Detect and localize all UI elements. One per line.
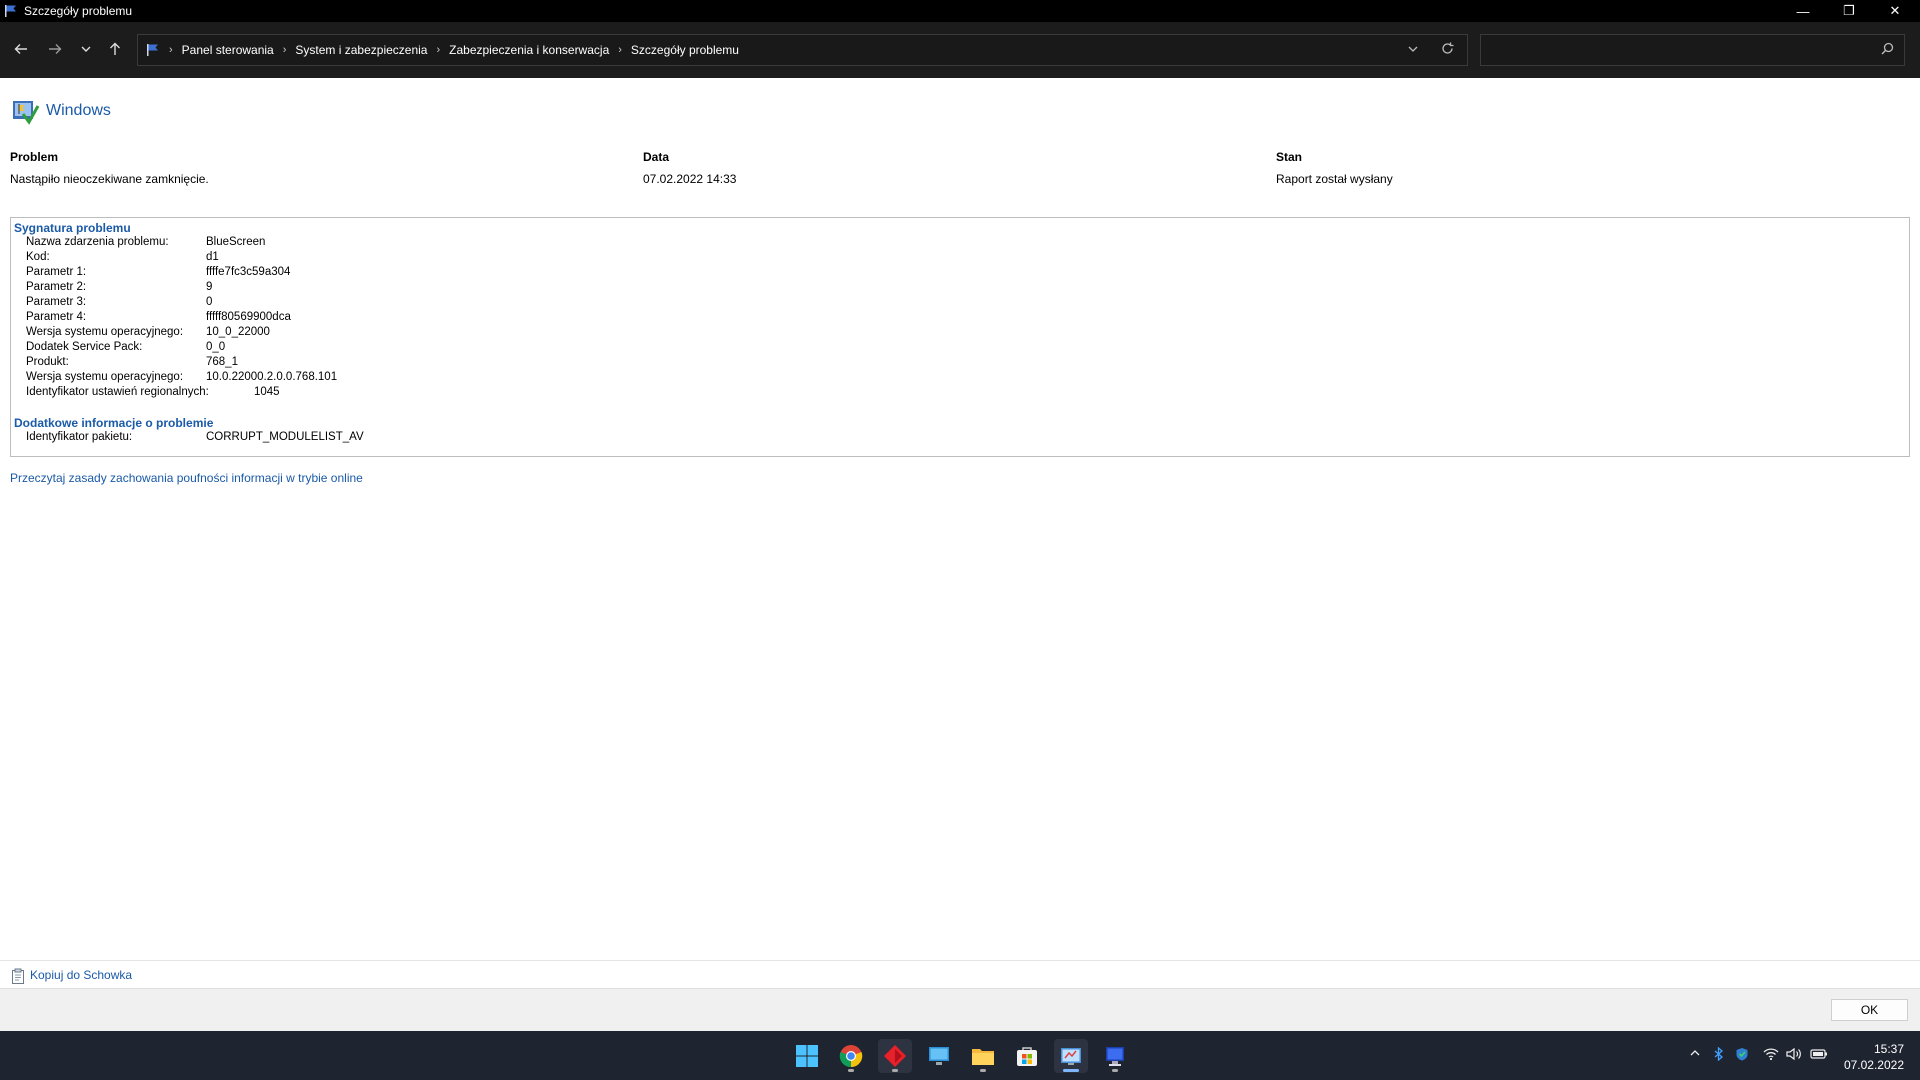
running-indicator xyxy=(1112,1069,1118,1072)
breadcrumb-problem-details[interactable]: Szczegóły problemu xyxy=(631,43,739,57)
signature-key: Identyfikator ustawień regionalnych: xyxy=(26,386,209,398)
bluetooth-icon[interactable] xyxy=(1713,1046,1725,1064)
window-title: Szczegóły problemu xyxy=(24,4,133,18)
wifi-icon[interactable] xyxy=(1763,1047,1779,1064)
clock-time: 15:37 xyxy=(1873,1042,1904,1056)
battery-icon[interactable] xyxy=(1810,1047,1828,1064)
signature-key: Nazwa zdarzenia problemu: xyxy=(26,236,169,248)
breadcrumb-control-panel[interactable]: Panel sterowania xyxy=(182,43,274,57)
breadcrumb-system-security[interactable]: System i zabezpieczenia xyxy=(295,43,427,57)
signature-key: Kod: xyxy=(26,251,50,263)
minimize-button[interactable]: — xyxy=(1780,0,1826,22)
copy-to-clipboard-link[interactable]: Kopiuj do Schowka xyxy=(30,968,132,982)
flag-icon xyxy=(147,44,158,56)
signature-key: Parametr 4: xyxy=(26,311,87,323)
chevron-up-icon[interactable] xyxy=(1689,1047,1701,1062)
signature-key: Dodatek Service Pack: xyxy=(26,341,143,353)
flag-icon xyxy=(5,5,16,17)
additional-key: Identyfikator pakietu: xyxy=(26,431,133,443)
search-icon[interactable] xyxy=(1881,42,1894,58)
address-bar[interactable]: › Panel sterowania › System i zabezpiecz… xyxy=(137,34,1468,66)
signature-key: Parametr 2: xyxy=(26,281,87,293)
active-indicator xyxy=(1063,1069,1079,1072)
breadcrumb-separator-icon[interactable]: › xyxy=(618,44,622,56)
breadcrumb-separator-icon[interactable]: › xyxy=(283,44,287,56)
signature-heading: Sygnatura problemu xyxy=(14,221,131,235)
privacy-link[interactable]: Przeczytaj zasady zachowania poufności i… xyxy=(10,471,363,485)
running-indicator xyxy=(892,1069,898,1072)
clipboard-icon[interactable] xyxy=(11,968,25,984)
signature-key: Parametr 3: xyxy=(26,296,87,308)
additional-value: CORRUPT_MODULELIST_AV xyxy=(206,431,364,443)
signature-value: 10.0.22000.2.0.0.768.101 xyxy=(206,371,338,383)
main-content: Windows Problem Nastąpiło nieoczekiwane … xyxy=(0,78,1920,960)
status-value: Raport został wysłany xyxy=(1276,172,1393,186)
search-input[interactable] xyxy=(1480,34,1905,66)
product-title: Windows xyxy=(46,102,111,119)
signature-key: Parametr 1: xyxy=(26,266,87,278)
breadcrumb-separator-icon[interactable]: › xyxy=(436,44,440,56)
chevron-down-icon[interactable] xyxy=(74,37,98,61)
store-icon[interactable] xyxy=(1010,1039,1044,1073)
signature-value: 0 xyxy=(206,296,213,308)
product-header: Windows xyxy=(10,96,111,126)
restore-button[interactable]: ❐ xyxy=(1826,0,1872,22)
signature-value: 10_0_22000 xyxy=(206,326,270,338)
signature-value: BlueScreen xyxy=(206,236,266,248)
signature-key: Wersja systemu operacyjnego: xyxy=(26,326,184,338)
defender-icon[interactable] xyxy=(1735,1047,1749,1064)
desktop-icon[interactable] xyxy=(922,1039,956,1073)
breadcrumb-separator-icon: › xyxy=(169,44,173,56)
title-bar: Szczegóły problemu — ❐ ✕ xyxy=(0,0,1920,22)
signature-value: 9 xyxy=(206,281,213,293)
problem-reports-icon[interactable] xyxy=(1098,1039,1132,1073)
running-indicator xyxy=(980,1069,986,1072)
signature-value: 768_1 xyxy=(206,356,238,368)
signature-value: d1 xyxy=(206,251,219,263)
problem-value: Nastąpiło nieoczekiwane zamknięcie. xyxy=(10,172,209,186)
problem-signature-box[interactable]: Sygnatura problemu Nazwa zdarzenia probl… xyxy=(10,217,1910,457)
red-diamond-app-icon[interactable] xyxy=(878,1039,912,1073)
signature-value: 1045 xyxy=(254,386,280,398)
status-label: Stan xyxy=(1276,150,1303,164)
up-arrow-icon[interactable] xyxy=(103,37,127,61)
address-dropdown-icon[interactable] xyxy=(1407,43,1419,58)
signature-value: 0_0 xyxy=(206,341,226,353)
running-indicator xyxy=(848,1069,854,1072)
problem-label: Problem xyxy=(10,150,59,164)
clock-date: 07.02.2022 xyxy=(1843,1058,1904,1072)
close-button[interactable]: ✕ xyxy=(1872,0,1918,22)
signature-key: Produkt: xyxy=(26,356,69,368)
signature-value: ffffe7fc3c59a304 xyxy=(206,266,291,278)
volume-icon[interactable] xyxy=(1786,1047,1802,1064)
date-label: Data xyxy=(643,150,670,164)
button-bar: OK xyxy=(0,988,1920,1031)
signature-value: fffff80569900dca xyxy=(206,311,291,323)
file-explorer-icon[interactable] xyxy=(966,1039,1000,1073)
chrome-icon[interactable] xyxy=(834,1039,868,1073)
copy-bar: Kopiuj do Schowka xyxy=(0,960,1920,988)
taskbar: 15:37 07.02.2022 xyxy=(0,1031,1920,1080)
refresh-icon[interactable] xyxy=(1440,41,1455,59)
forward-arrow-icon[interactable] xyxy=(43,37,67,61)
back-arrow-icon[interactable] xyxy=(9,37,33,61)
ok-button[interactable]: OK xyxy=(1831,999,1908,1021)
additional-info-heading: Dodatkowe informacje o problemie xyxy=(14,416,214,430)
system-clock[interactable]: 15:37 07.02.2022 xyxy=(1844,1041,1904,1073)
start-icon[interactable] xyxy=(790,1039,824,1073)
action-center-flag-icon xyxy=(13,101,40,125)
date-value: 07.02.2022 14:33 xyxy=(643,172,737,186)
signature-key: Wersja systemu operacyjnego: xyxy=(26,371,184,383)
breadcrumb-security-maintenance[interactable]: Zabezpieczenia i konserwacja xyxy=(449,43,609,57)
control-panel-icon[interactable] xyxy=(1054,1039,1088,1073)
